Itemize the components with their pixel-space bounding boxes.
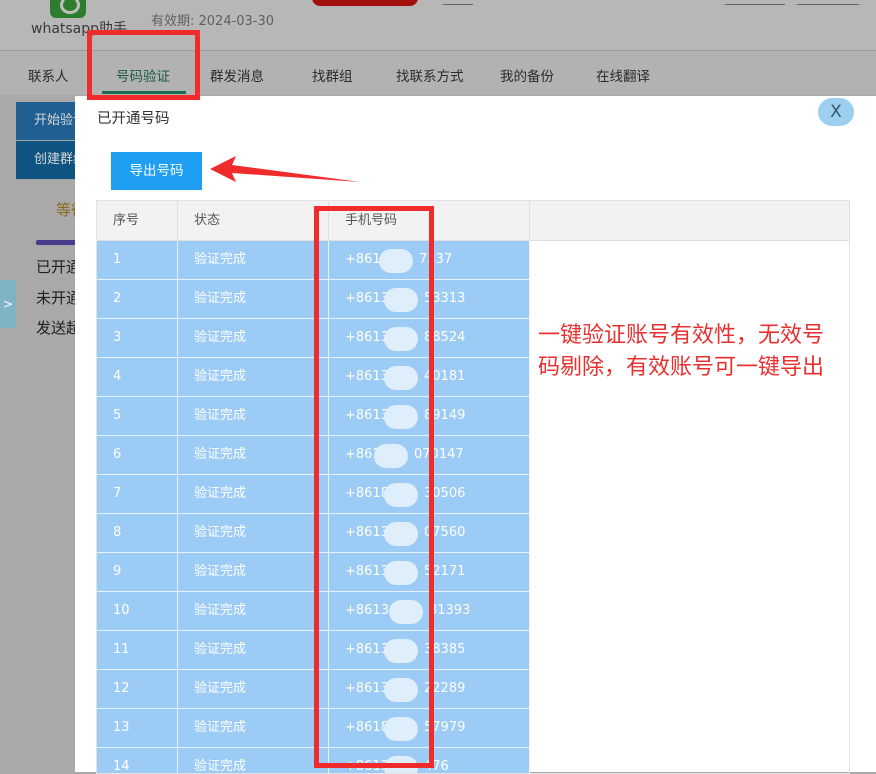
cell-status: 验证完成 <box>178 280 329 318</box>
close-button[interactable]: X <box>818 98 854 126</box>
cell-status: 验证完成 <box>178 358 329 396</box>
progress-bar <box>36 240 76 245</box>
cell-index: 8 <box>97 514 178 552</box>
table-header: 序号 状态 手机号码 <box>97 201 849 241</box>
tab-find-groups[interactable]: 找群组 <box>312 65 353 85</box>
dialog-title: 已开通号码 <box>97 111 170 127</box>
sidebar-toggle-button[interactable]: > <box>0 280 16 328</box>
header-fragment <box>443 0 473 5</box>
cell-status: 验证完成 <box>178 319 329 357</box>
cell-status: 验证完成 <box>178 475 329 513</box>
cell-index: 11 <box>97 631 178 669</box>
whatsapp-logo-icon <box>50 0 86 18</box>
cell-status: 验证完成 <box>178 670 329 708</box>
cell-status: 验证完成 <box>178 709 329 747</box>
tab-find-contacts[interactable]: 找联系方式 <box>396 65 464 85</box>
column-header-index: 序号 <box>97 201 178 240</box>
header-red-button[interactable] <box>312 0 418 6</box>
header-link[interactable] <box>725 0 785 5</box>
create-group-button[interactable]: 创建群组 <box>16 141 78 179</box>
cell-status: 验证完成 <box>178 592 329 630</box>
column-header-status: 状态 <box>178 201 329 240</box>
cell-status: 验证完成 <box>178 631 329 669</box>
opened-numbers-dialog: 已开通号码 X 导出号码 序号 状态 手机号码 1 验证完成 +861 7337 2 验证… <box>75 96 876 774</box>
cell-status: 验证完成 <box>178 553 329 591</box>
export-numbers-button[interactable]: 导出号码 <box>111 152 202 190</box>
cell-index: 2 <box>97 280 178 318</box>
cell-index: 7 <box>97 475 178 513</box>
list-item-send-limit: 发送超 <box>36 319 76 337</box>
annotation-arrow-icon <box>210 156 360 182</box>
cell-status: 验证完成 <box>178 514 329 552</box>
cell-index: 14 <box>97 748 178 773</box>
cell-status: 验证完成 <box>178 436 329 474</box>
cell-status: 验证完成 <box>178 241 329 279</box>
start-verify-button[interactable]: 开始验证 <box>16 102 78 140</box>
list-item-opened: 已开通 <box>36 258 76 276</box>
cell-index: 12 <box>97 670 178 708</box>
cell-index: 9 <box>97 553 178 591</box>
cell-status: 验证完成 <box>178 748 329 773</box>
status-text: 等待 <box>56 201 76 219</box>
cell-index: 1 <box>97 241 178 279</box>
cell-index: 3 <box>97 319 178 357</box>
tab-my-backup[interactable]: 我的备份 <box>500 65 554 85</box>
annotation-line-2: 码剔除，有效账号可一键导出 <box>538 355 825 380</box>
list-item-not-opened: 未开通 <box>36 289 76 307</box>
highlight-box-nav <box>87 30 200 100</box>
cell-index: 6 <box>97 436 178 474</box>
tab-contacts[interactable]: 联系人 <box>28 65 69 85</box>
tab-bulk-message[interactable]: 群发消息 <box>210 65 264 85</box>
header-link[interactable] <box>797 0 859 5</box>
tab-online-translate[interactable]: 在线翻译 <box>596 65 650 85</box>
annotation-text: 一键验证账号有效性，无效号 码剔除，有效账号可一键导出 <box>538 320 858 384</box>
cell-index: 5 <box>97 397 178 435</box>
highlight-box-phone-column <box>314 206 434 768</box>
cell-index: 10 <box>97 592 178 630</box>
phone-suffix: 31393 <box>429 603 471 618</box>
annotation-line-1: 一键验证账号有效性，无效号 <box>538 323 825 348</box>
cell-index: 13 <box>97 709 178 747</box>
numbers-table: 序号 状态 手机号码 1 验证完成 +861 7337 2 验证完成 +8613 53313 3… <box>96 200 850 774</box>
cell-index: 4 <box>97 358 178 396</box>
cell-status: 验证完成 <box>178 397 329 435</box>
validity-date: 有效期: 2024-03-30 <box>151 14 275 29</box>
